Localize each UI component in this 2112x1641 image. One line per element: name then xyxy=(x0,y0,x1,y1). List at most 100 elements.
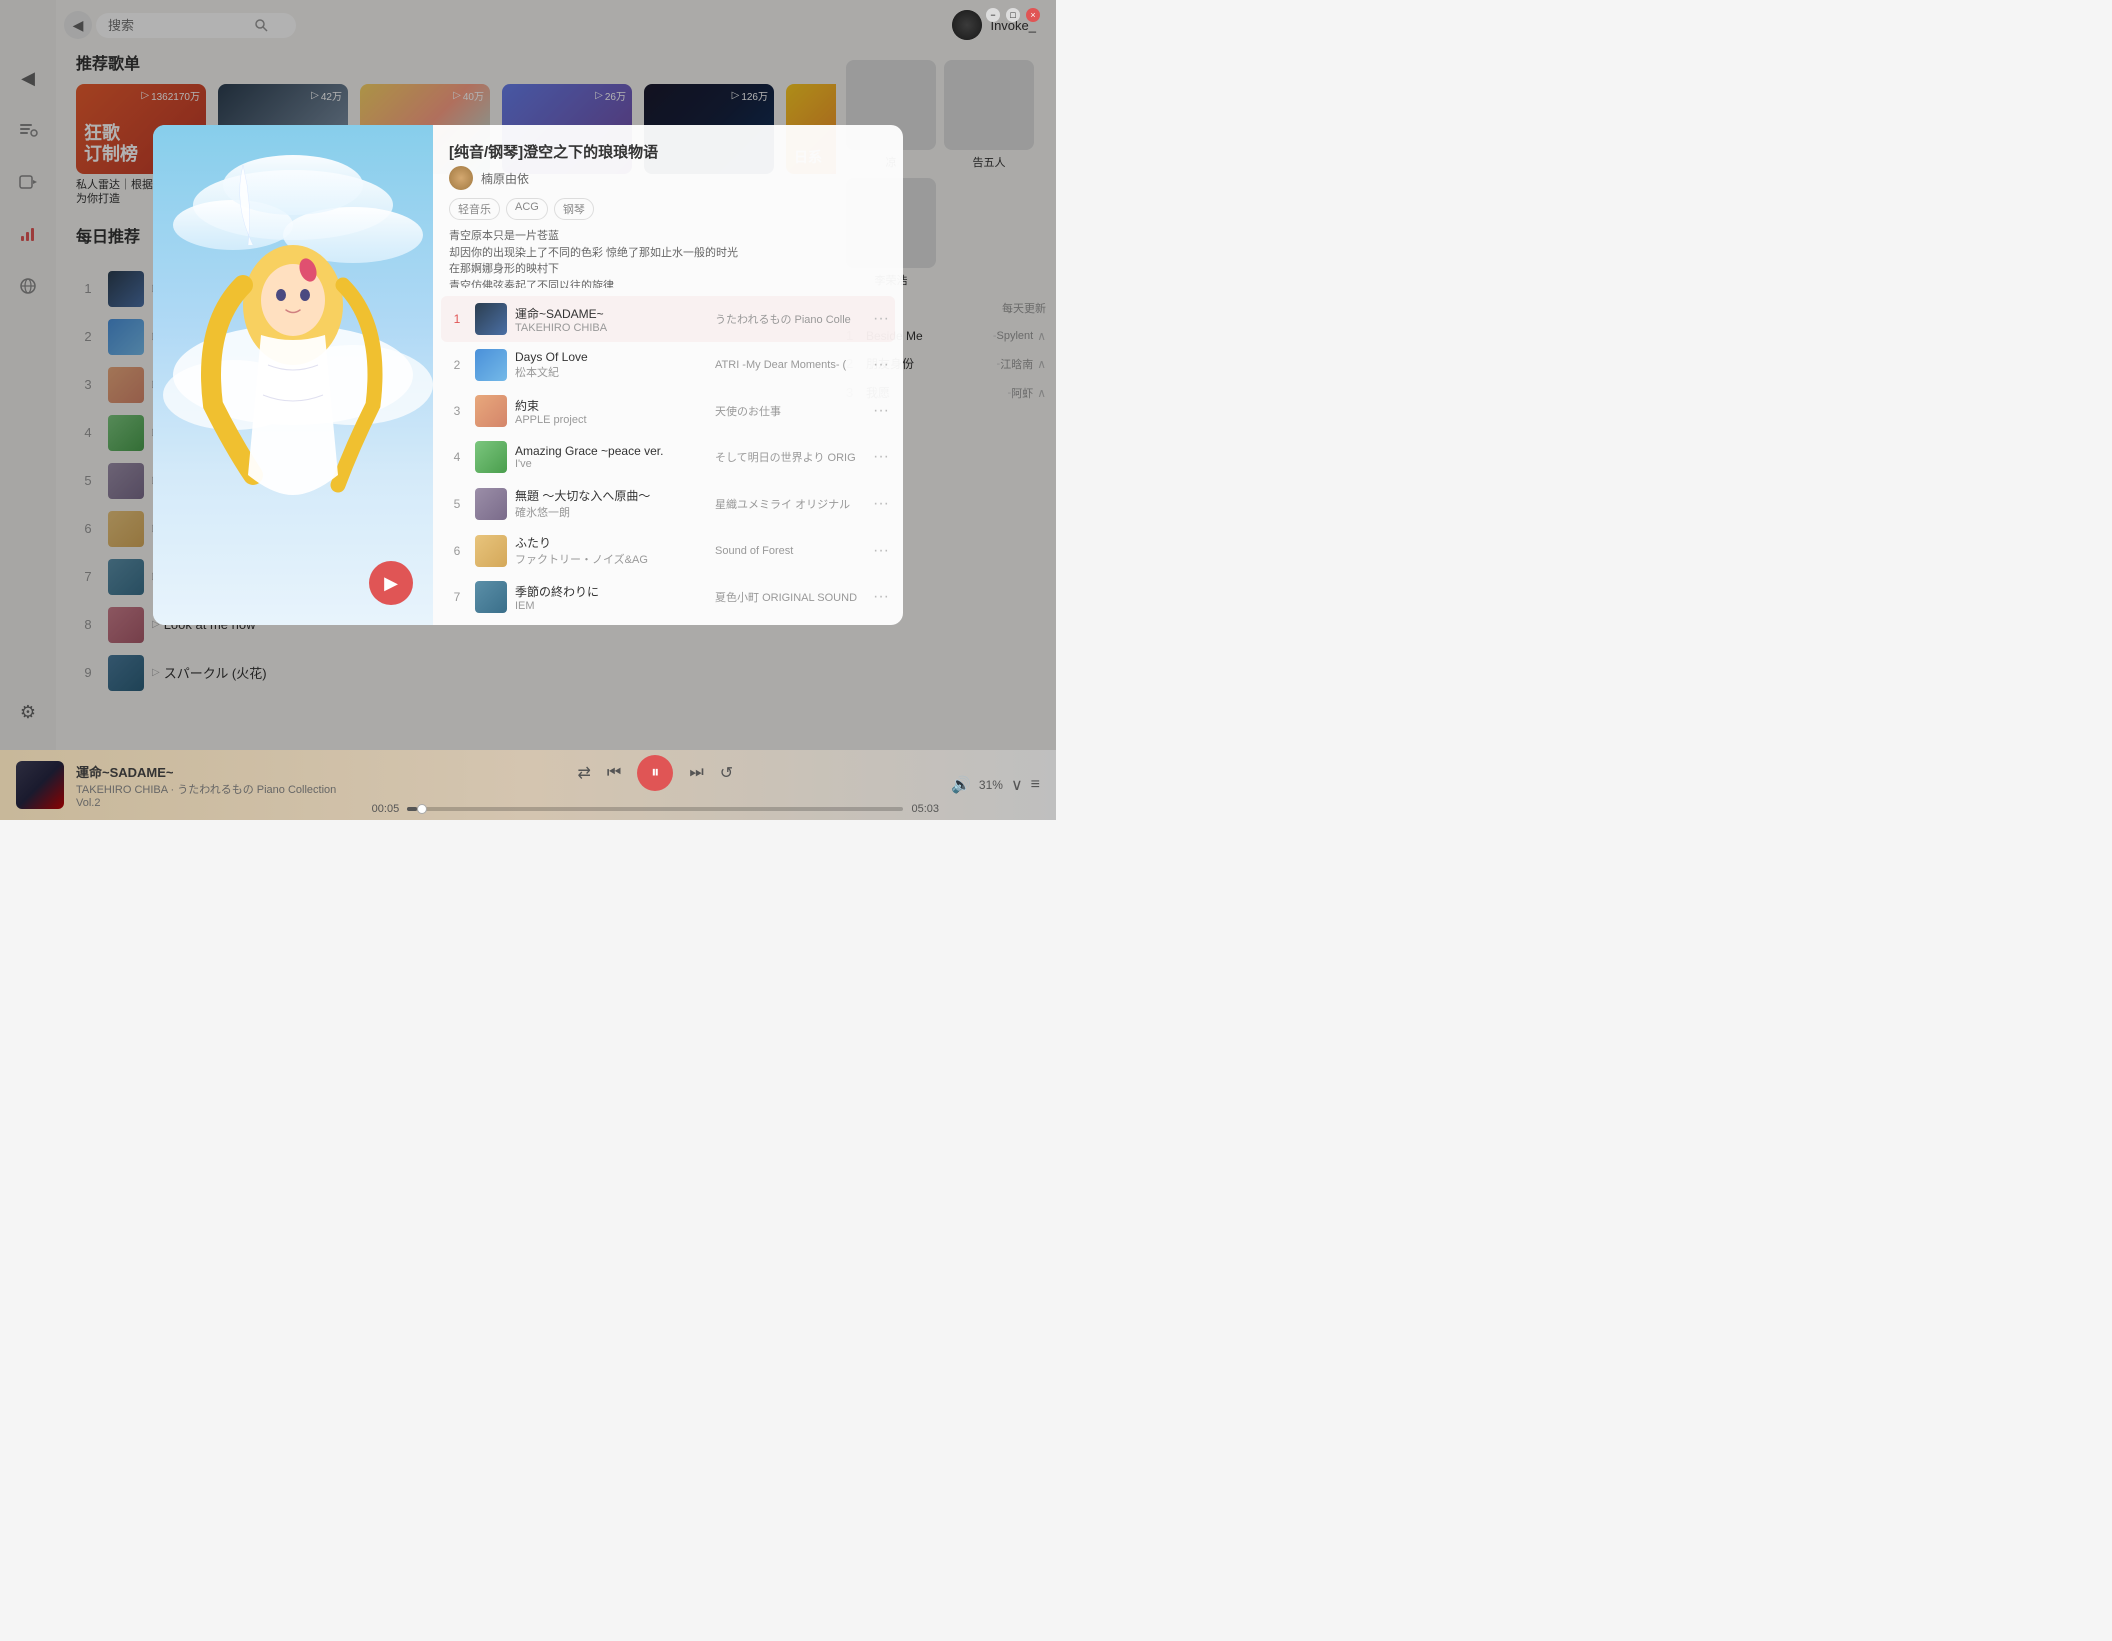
track-number: 2 xyxy=(447,358,467,372)
modal-tracklist: 1 運命~SADAME~ TAKEHIRO CHIBA うたわれるもの Pian… xyxy=(433,296,903,625)
player-thumbnail xyxy=(16,761,64,809)
modal-track-row[interactable]: 6 ふたり ファクトリー・ノイズ&AG Sound of Forest ··· xyxy=(441,527,895,574)
track-name: Days Of Love xyxy=(515,350,715,364)
modal-art: ▶ xyxy=(153,125,433,625)
modal-track-row[interactable]: 5 無題 〜大切な入へ原曲〜 確氷悠一朗 星織ユメミライ オリジナル ··· xyxy=(441,480,895,527)
queue-button[interactable]: ≡ xyxy=(1031,776,1040,794)
progress-dot xyxy=(417,804,427,814)
more-icon[interactable]: ··· xyxy=(873,402,889,420)
modal-overlay[interactable]: ▶ [纯音/钢琴]澄空之下的琅琅物语 楠原由依 轻音乐 ACG 钢琴 青空原本只… xyxy=(0,0,1056,750)
track-info: 約束 APPLE project xyxy=(515,397,715,426)
track-name: Amazing Grace ~peace ver. xyxy=(515,444,715,458)
modal-track-row[interactable]: 3 約束 APPLE project 天使のお仕事 ··· xyxy=(441,388,895,434)
album-art-svg xyxy=(153,125,433,625)
track-artist: TAKEHIRO CHIBA xyxy=(515,322,715,334)
modal-track-row[interactable]: 1 運命~SADAME~ TAKEHIRO CHIBA うたわれるもの Pian… xyxy=(441,296,895,342)
track-name: 無題 〜大切な入へ原曲〜 xyxy=(515,487,715,504)
more-icon[interactable]: ··· xyxy=(873,310,889,328)
track-album: そして明日の世界より ORIG xyxy=(715,449,865,465)
track-thumbnail xyxy=(475,303,507,335)
tag-1[interactable]: ACG xyxy=(506,198,548,220)
progress-row: 00:05 05:03 xyxy=(372,803,939,815)
track-info: Amazing Grace ~peace ver. I've xyxy=(515,444,715,470)
modal-artist-avatar xyxy=(449,166,473,190)
more-icon[interactable]: ··· xyxy=(873,542,889,560)
track-thumbnail xyxy=(475,395,507,427)
track-number: 7 xyxy=(447,590,467,604)
track-artist: 松本文紀 xyxy=(515,364,715,380)
track-album: Sound of Forest xyxy=(715,545,865,557)
modal: ▶ [纯音/钢琴]澄空之下的琅琅物语 楠原由依 轻音乐 ACG 钢琴 青空原本只… xyxy=(153,125,903,625)
track-info: ふたり ファクトリー・ノイズ&AG xyxy=(515,534,715,567)
volume-icon[interactable]: 🔊 xyxy=(951,775,971,795)
track-thumbnail xyxy=(475,441,507,473)
more-icon[interactable]: ··· xyxy=(873,588,889,606)
player-info: 運命~SADAME~ TAKEHIRO CHIBA · うたわれるもの Pian… xyxy=(76,762,360,809)
modal-track-row[interactable]: 2 Days Of Love 松本文紀 ATRI -My Dear Moment… xyxy=(441,342,895,388)
track-name: 約束 xyxy=(515,397,715,414)
track-number: 6 xyxy=(447,544,467,558)
modal-track-row[interactable]: 4 Amazing Grace ~peace ver. I've そして明日の世… xyxy=(441,434,895,480)
modal-artist-row: 楠原由依 xyxy=(449,166,887,190)
volume-value: 31% xyxy=(979,778,1003,792)
track-number: 1 xyxy=(447,312,467,326)
next-button[interactable]: ⏭ xyxy=(689,764,703,782)
track-name: 季節の終わりに xyxy=(515,583,715,600)
shuffle-button[interactable]: ⇄ xyxy=(578,763,591,783)
track-artist: I've xyxy=(515,458,715,470)
track-info: 無題 〜大切な入へ原曲〜 確氷悠一朗 xyxy=(515,487,715,520)
track-artist: IEM xyxy=(515,600,715,612)
player-bar: 運命~SADAME~ TAKEHIRO CHIBA · うたわれるもの Pian… xyxy=(0,750,1056,820)
track-thumbnail xyxy=(475,581,507,613)
current-time: 00:05 xyxy=(372,803,400,815)
modal-track-row[interactable]: 8 黄金の午後 ファクトリー・ノイズ&AG Sound of Forest ··… xyxy=(441,620,895,625)
track-info: 運命~SADAME~ TAKEHIRO CHIBA xyxy=(515,305,715,334)
track-album: ATRI -My Dear Moments- ( xyxy=(715,359,865,371)
controls-row: ⇄ ⏮ ⏸ ⏭ ↺ xyxy=(578,755,734,791)
modal-tags: 轻音乐 ACG 钢琴 xyxy=(449,198,887,220)
modal-album-title: [纯音/钢琴]澄空之下的琅琅物语 xyxy=(449,141,887,162)
progress-fill xyxy=(407,807,417,811)
modal-header: [纯音/钢琴]澄空之下的琅琅物语 楠原由依 轻音乐 ACG 钢琴 青空原本只是一… xyxy=(433,125,903,296)
modal-track-row[interactable]: 7 季節の終わりに IEM 夏色小町 ORIGINAL SOUND ··· xyxy=(441,574,895,620)
player-right: 🔊 31% ∨ ≡ xyxy=(951,775,1040,795)
track-thumbnail xyxy=(475,535,507,567)
track-album: 星織ユメミライ オリジナル xyxy=(715,496,865,512)
track-info: 季節の終わりに IEM xyxy=(515,583,715,612)
track-name: 運命~SADAME~ xyxy=(515,305,715,322)
track-number: 5 xyxy=(447,497,467,511)
player-subtitle: TAKEHIRO CHIBA · うたわれるもの Piano Collectio… xyxy=(76,781,360,809)
close-btn[interactable]: × xyxy=(1026,8,1040,22)
more-icon[interactable]: ··· xyxy=(873,448,889,466)
tag-0[interactable]: 轻音乐 xyxy=(449,198,500,220)
track-number: 4 xyxy=(447,450,467,464)
more-icon[interactable]: ··· xyxy=(873,356,889,374)
track-number: 3 xyxy=(447,404,467,418)
more-icon[interactable]: ··· xyxy=(873,495,889,513)
repeat-button[interactable]: ↺ xyxy=(720,763,733,783)
modal-artist-name: 楠原由依 xyxy=(481,170,529,187)
modal-play-button[interactable]: ▶ xyxy=(369,561,413,605)
track-artist: APPLE project xyxy=(515,414,715,426)
player-controls: ⇄ ⏮ ⏸ ⏭ ↺ 00:05 05:03 xyxy=(372,755,939,815)
maximize-btn[interactable]: □ xyxy=(1006,8,1020,22)
track-album: 夏色小町 ORIGINAL SOUND xyxy=(715,589,865,605)
track-artist: 確氷悠一朗 xyxy=(515,504,715,520)
tag-2[interactable]: 钢琴 xyxy=(554,198,594,220)
track-album: うたわれるもの Piano Colle xyxy=(715,311,865,327)
minimize-btn[interactable]: − xyxy=(986,8,1000,22)
modal-description: 青空原本只是一片苍蓝 却因你的出现染上了不同的色彩 惊绝了那如止水一般的时光 在… xyxy=(449,228,887,288)
track-info: Days Of Love 松本文紀 xyxy=(515,350,715,380)
track-album: 天使のお仕事 xyxy=(715,403,865,419)
track-artist: ファクトリー・ノイズ&AG xyxy=(515,551,715,567)
play-pause-button[interactable]: ⏸ xyxy=(637,755,673,791)
prev-button[interactable]: ⏮ xyxy=(607,764,621,782)
track-thumbnail xyxy=(475,349,507,381)
track-thumbnail xyxy=(475,488,507,520)
track-name: ふたり xyxy=(515,534,715,551)
total-time: 05:03 xyxy=(911,803,939,815)
chevron-down-button[interactable]: ∨ xyxy=(1011,775,1023,795)
modal-info: [纯音/钢琴]澄空之下的琅琅物语 楠原由依 轻音乐 ACG 钢琴 青空原本只是一… xyxy=(433,125,903,625)
player-title: 運命~SADAME~ xyxy=(76,762,360,781)
progress-bar[interactable] xyxy=(407,807,903,811)
